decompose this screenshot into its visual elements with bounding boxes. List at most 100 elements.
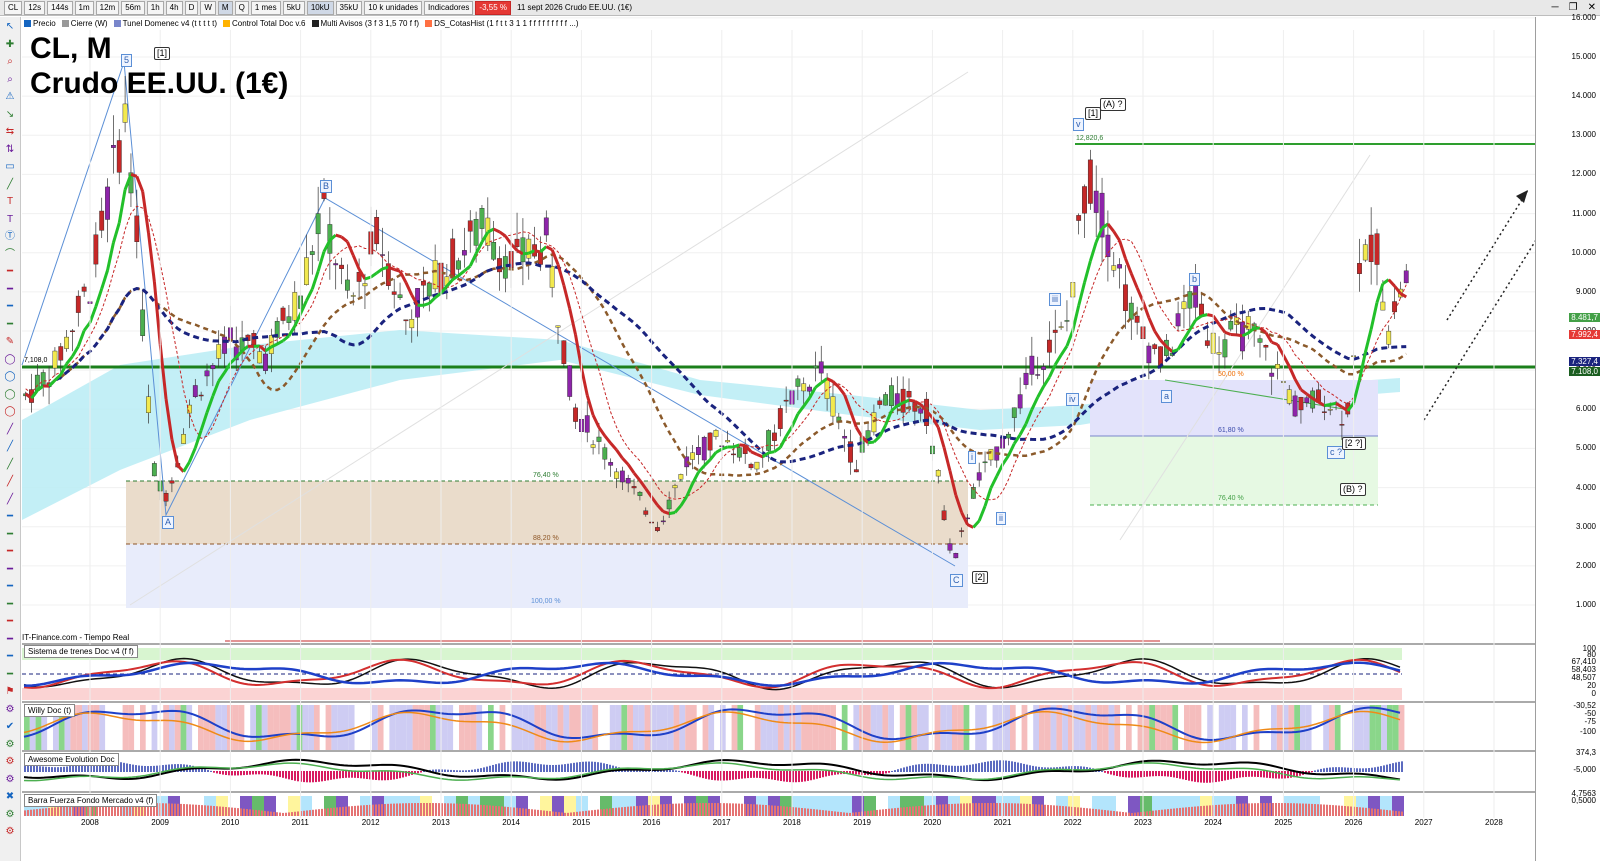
panel-title[interactable]: Willy Doc (t) — [24, 704, 76, 717]
willy-bar — [836, 705, 842, 750]
wave-label: (A) ? — [1100, 98, 1126, 111]
awesome-bar — [984, 761, 986, 772]
ma-fast-segment — [1369, 302, 1379, 330]
strength-bar — [795, 807, 797, 816]
awesome-bar — [306, 771, 308, 783]
awesome-bar — [1023, 763, 1025, 772]
strength-bar — [828, 810, 830, 816]
strength-bar — [1362, 807, 1364, 816]
price-chart[interactable] — [0, 0, 1536, 861]
ma-fast-segment — [615, 448, 624, 459]
candle-body — [52, 350, 58, 369]
strength-bar — [1296, 803, 1298, 816]
strength-bar — [444, 803, 446, 816]
panel-title[interactable]: Awesome Evolution Doc — [24, 753, 119, 766]
candle-body — [795, 378, 801, 387]
willy-bar — [116, 705, 123, 750]
candle-body — [772, 432, 777, 441]
strength-bar — [696, 803, 698, 816]
panel-title[interactable]: Barra Fuerza Fondo Mercado v4 (f) — [24, 794, 158, 807]
strength-bar — [1221, 804, 1223, 816]
ma-fast-segment — [130, 172, 138, 178]
ma-fast-segment — [468, 252, 478, 267]
candle-body — [883, 394, 889, 406]
awesome-bar — [492, 764, 494, 772]
willy-bar — [696, 705, 703, 750]
strength-bar — [75, 805, 77, 816]
restore-icon[interactable]: ❐ — [1569, 2, 1578, 13]
strength-bar — [1341, 805, 1343, 816]
awesome-bar — [1173, 771, 1175, 778]
awesome-bar — [960, 765, 962, 772]
close-icon[interactable]: ✕ — [1588, 2, 1596, 13]
strength-bar — [1398, 811, 1400, 816]
ma-fast-segment — [750, 450, 758, 456]
awesome-bar — [945, 765, 947, 772]
candle-body — [122, 103, 128, 123]
awesome-bar — [516, 761, 518, 772]
ma-fast-segment — [504, 235, 513, 245]
strength-bar — [717, 803, 719, 816]
awesome-bar — [1137, 771, 1139, 778]
ma-fast-segment — [65, 355, 74, 365]
candle-body — [99, 210, 105, 231]
awesome-bar — [453, 770, 455, 772]
willy-bar — [685, 705, 691, 750]
ma-fast-segment — [908, 398, 916, 403]
strength-bar — [1176, 808, 1178, 816]
ma-fast-segment — [387, 265, 395, 271]
awesome-bar — [507, 761, 509, 772]
strength-bar — [1251, 803, 1253, 816]
strength-bar — [333, 807, 335, 816]
willy-bar — [238, 705, 245, 750]
willy-bar — [557, 705, 564, 750]
ma-fast-segment — [1201, 313, 1208, 318]
willy-bar — [1381, 705, 1387, 750]
awesome-bar — [972, 764, 974, 772]
candle-body — [110, 145, 116, 148]
awesome-bar — [1182, 771, 1184, 780]
candle-body — [1087, 159, 1093, 204]
strength-bar — [786, 806, 788, 816]
ma-fast-segment — [1271, 340, 1279, 346]
candle-body — [678, 474, 684, 480]
awesome-bar — [546, 764, 548, 772]
candle-body — [520, 237, 526, 263]
strength-bar — [537, 809, 539, 816]
willy-bar — [1305, 705, 1312, 750]
strength-bar — [1200, 806, 1202, 816]
strength-bar — [312, 809, 314, 816]
minimize-icon[interactable]: ─ — [1552, 2, 1559, 13]
strength-bar — [1284, 803, 1286, 816]
awesome-bar — [534, 763, 536, 772]
candle-body — [602, 447, 608, 460]
willy-bar — [1271, 705, 1277, 750]
candle-body — [713, 430, 719, 437]
candle-body — [1292, 395, 1298, 417]
awesome-bar — [1257, 771, 1259, 777]
candle-body — [339, 264, 344, 269]
awesome-bar — [582, 761, 584, 772]
ma-fast-segment — [867, 440, 875, 445]
willy-bar — [894, 705, 900, 750]
candle-body — [555, 325, 561, 328]
ma-fast-segment — [597, 426, 607, 437]
panel-title[interactable]: Sistema de trenes Doc v4 (f f) — [24, 645, 138, 658]
awesome-bar — [639, 770, 641, 772]
awesome-bar — [708, 771, 710, 780]
awesome-bar — [735, 771, 737, 780]
strength-bar — [855, 812, 857, 816]
price-axis[interactable]: 16.000 15.000 14.000 13.000 12.000 11.000 10.0… — [1535, 13, 1600, 861]
strength-bar — [1152, 810, 1154, 816]
awesome-bar — [483, 767, 485, 772]
strength-bar — [411, 803, 413, 816]
strength-bar — [288, 812, 290, 816]
awesome-bar — [1116, 771, 1118, 777]
willy-bar — [1062, 705, 1068, 750]
ma-fast-segment — [1118, 240, 1127, 259]
awesome-bar — [711, 771, 713, 780]
willy-bar — [876, 705, 883, 750]
ma-fast-segment — [632, 472, 642, 482]
strength-bar — [303, 810, 305, 816]
strength-bar — [1242, 803, 1244, 816]
